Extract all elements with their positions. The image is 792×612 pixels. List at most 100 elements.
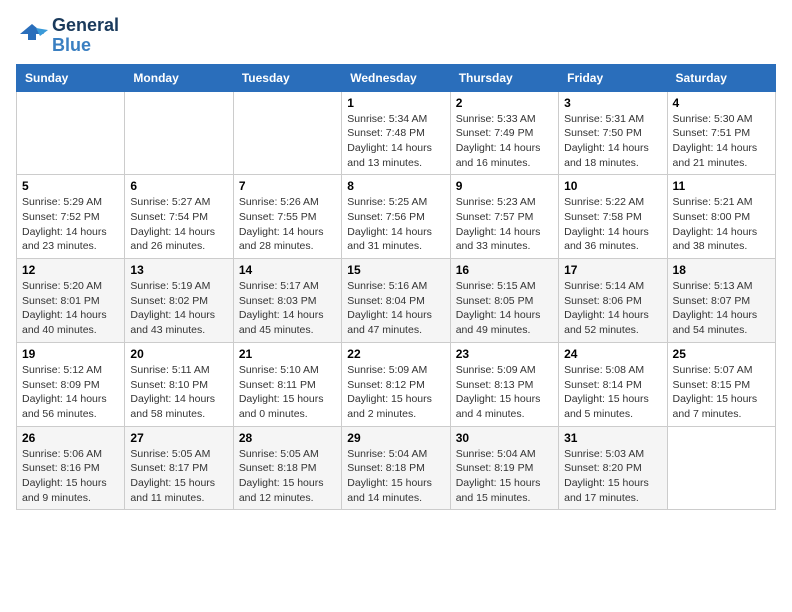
weekday-header-wednesday: Wednesday: [342, 64, 450, 91]
day-number: 21: [239, 347, 336, 361]
day-info: Sunrise: 5:15 AM Sunset: 8:05 PM Dayligh…: [456, 279, 553, 338]
day-number: 31: [564, 431, 661, 445]
day-number: 29: [347, 431, 444, 445]
calendar-cell: 23 Sunrise: 5:09 AM Sunset: 8:13 PM Dayli…: [450, 342, 558, 426]
calendar-cell: 27Sunrise: 5:05 AM Sunset: 8:17 PM Dayli…: [125, 426, 233, 510]
day-info: Sunrise: 5:17 AM Sunset: 8:03 PM Dayligh…: [239, 279, 336, 338]
calendar: SundayMondayTuesdayWednesdayThursdayFrid…: [16, 64, 776, 511]
weekday-header-saturday: Saturday: [667, 64, 775, 91]
calendar-cell: 22 Sunrise: 5:09 AM Sunset: 8:12 PM Dayli…: [342, 342, 450, 426]
day-number: 15: [347, 263, 444, 277]
day-number: 30: [456, 431, 553, 445]
day-number: 8: [347, 179, 444, 193]
day-number: 27: [130, 431, 227, 445]
day-info: Sunrise: 5:13 AM Sunset: 8:07 PM Dayligh…: [673, 279, 770, 338]
calendar-cell: 18 Sunrise: 5:13 AM Sunset: 8:07 PM Dayli…: [667, 259, 775, 343]
day-info: Sunrise: 5:27 AM Sunset: 7:54 PM Dayligh…: [130, 195, 227, 254]
calendar-cell: 24 Sunrise: 5:08 AM Sunset: 8:14 PM Dayli…: [559, 342, 667, 426]
weekday-header-tuesday: Tuesday: [233, 64, 341, 91]
day-number: 17: [564, 263, 661, 277]
day-number: 14: [239, 263, 336, 277]
calendar-cell: 7 Sunrise: 5:26 AM Sunset: 7:55 PM Daylig…: [233, 175, 341, 259]
calendar-cell: 4 Sunrise: 5:30 AM Sunset: 7:51 PM Daylig…: [667, 91, 775, 175]
week-row-1: 1 Sunrise: 5:34 AM Sunset: 7:48 PM Daylig…: [17, 91, 776, 175]
logo-text: General Blue: [52, 16, 119, 56]
day-info: Sunrise: 5:04 AM Sunset: 8:18 PM Dayligh…: [347, 447, 444, 506]
weekday-header-monday: Monday: [125, 64, 233, 91]
logo-icon: [16, 20, 48, 52]
calendar-cell: 31 Sunrise: 5:03 AM Sunset: 8:20 PM Dayli…: [559, 426, 667, 510]
day-info: Sunrise: 5:04 AM Sunset: 8:19 PM Dayligh…: [456, 447, 553, 506]
calendar-cell: 16 Sunrise: 5:15 AM Sunset: 8:05 PM Dayli…: [450, 259, 558, 343]
day-info: Sunrise: 5:07 AM Sunset: 8:15 PM Dayligh…: [673, 363, 770, 422]
header: General Blue: [16, 16, 776, 56]
day-info: Sunrise: 5:09 AM Sunset: 8:13 PM Dayligh…: [456, 363, 553, 422]
week-row-5: 26 Sunrise: 5:06 AM Sunset: 8:16 PM Dayli…: [17, 426, 776, 510]
day-info: Sunrise: 5:19 AM Sunset: 8:02 PM Dayligh…: [130, 279, 227, 338]
day-info: Sunrise: 5:21 AM Sunset: 8:00 PM Dayligh…: [673, 195, 770, 254]
day-info: Sunrise: 5:30 AM Sunset: 7:51 PM Dayligh…: [673, 112, 770, 171]
day-info: Sunrise: 5:31 AM Sunset: 7:50 PM Dayligh…: [564, 112, 661, 171]
weekday-header-friday: Friday: [559, 64, 667, 91]
calendar-cell: 28Sunrise: 5:05 AM Sunset: 8:18 PM Dayli…: [233, 426, 341, 510]
calendar-cell: 5 Sunrise: 5:29 AM Sunset: 7:52 PM Daylig…: [17, 175, 125, 259]
weekday-header-row: SundayMondayTuesdayWednesdayThursdayFrid…: [17, 64, 776, 91]
calendar-cell: 13 Sunrise: 5:19 AM Sunset: 8:02 PM Dayli…: [125, 259, 233, 343]
day-info: Sunrise: 5:34 AM Sunset: 7:48 PM Dayligh…: [347, 112, 444, 171]
calendar-cell: 11Sunrise: 5:21 AM Sunset: 8:00 PM Dayli…: [667, 175, 775, 259]
day-info: Sunrise: 5:33 AM Sunset: 7:49 PM Dayligh…: [456, 112, 553, 171]
calendar-cell: 15 Sunrise: 5:16 AM Sunset: 8:04 PM Dayli…: [342, 259, 450, 343]
day-number: 28: [239, 431, 336, 445]
calendar-cell: 26 Sunrise: 5:06 AM Sunset: 8:16 PM Dayli…: [17, 426, 125, 510]
day-number: 24: [564, 347, 661, 361]
day-number: 1: [347, 96, 444, 110]
week-row-4: 19Sunrise: 5:12 AM Sunset: 8:09 PM Dayli…: [17, 342, 776, 426]
day-info: Sunrise: 5:25 AM Sunset: 7:56 PM Dayligh…: [347, 195, 444, 254]
calendar-cell: 2 Sunrise: 5:33 AM Sunset: 7:49 PM Daylig…: [450, 91, 558, 175]
day-info: Sunrise: 5:06 AM Sunset: 8:16 PM Dayligh…: [22, 447, 119, 506]
day-number: 22: [347, 347, 444, 361]
weekday-header-sunday: Sunday: [17, 64, 125, 91]
day-number: 23: [456, 347, 553, 361]
calendar-cell: [125, 91, 233, 175]
calendar-cell: 9 Sunrise: 5:23 AM Sunset: 7:57 PM Daylig…: [450, 175, 558, 259]
day-info: Sunrise: 5:26 AM Sunset: 7:55 PM Dayligh…: [239, 195, 336, 254]
calendar-cell: [667, 426, 775, 510]
day-number: 5: [22, 179, 119, 193]
calendar-cell: 3Sunrise: 5:31 AM Sunset: 7:50 PM Daylig…: [559, 91, 667, 175]
day-number: 13: [130, 263, 227, 277]
day-info: Sunrise: 5:20 AM Sunset: 8:01 PM Dayligh…: [22, 279, 119, 338]
day-info: Sunrise: 5:08 AM Sunset: 8:14 PM Dayligh…: [564, 363, 661, 422]
day-info: Sunrise: 5:29 AM Sunset: 7:52 PM Dayligh…: [22, 195, 119, 254]
calendar-cell: [233, 91, 341, 175]
day-number: 2: [456, 96, 553, 110]
weekday-header-thursday: Thursday: [450, 64, 558, 91]
day-info: Sunrise: 5:14 AM Sunset: 8:06 PM Dayligh…: [564, 279, 661, 338]
day-info: Sunrise: 5:09 AM Sunset: 8:12 PM Dayligh…: [347, 363, 444, 422]
calendar-cell: 17 Sunrise: 5:14 AM Sunset: 8:06 PM Dayli…: [559, 259, 667, 343]
day-number: 16: [456, 263, 553, 277]
day-info: Sunrise: 5:11 AM Sunset: 8:10 PM Dayligh…: [130, 363, 227, 422]
logo: General Blue: [16, 16, 119, 56]
calendar-cell: 6 Sunrise: 5:27 AM Sunset: 7:54 PM Daylig…: [125, 175, 233, 259]
day-number: 25: [673, 347, 770, 361]
calendar-cell: 30 Sunrise: 5:04 AM Sunset: 8:19 PM Dayli…: [450, 426, 558, 510]
day-number: 7: [239, 179, 336, 193]
day-number: 4: [673, 96, 770, 110]
day-info: Sunrise: 5:03 AM Sunset: 8:20 PM Dayligh…: [564, 447, 661, 506]
day-number: 26: [22, 431, 119, 445]
week-row-2: 5 Sunrise: 5:29 AM Sunset: 7:52 PM Daylig…: [17, 175, 776, 259]
calendar-cell: 14 Sunrise: 5:17 AM Sunset: 8:03 PM Dayli…: [233, 259, 341, 343]
day-info: Sunrise: 5:16 AM Sunset: 8:04 PM Dayligh…: [347, 279, 444, 338]
day-number: 19: [22, 347, 119, 361]
day-info: Sunrise: 5:23 AM Sunset: 7:57 PM Dayligh…: [456, 195, 553, 254]
day-info: Sunrise: 5:10 AM Sunset: 8:11 PM Dayligh…: [239, 363, 336, 422]
calendar-cell: 1 Sunrise: 5:34 AM Sunset: 7:48 PM Daylig…: [342, 91, 450, 175]
day-number: 6: [130, 179, 227, 193]
calendar-cell: 10Sunrise: 5:22 AM Sunset: 7:58 PM Dayli…: [559, 175, 667, 259]
day-number: 18: [673, 263, 770, 277]
day-number: 9: [456, 179, 553, 193]
calendar-cell: [17, 91, 125, 175]
day-number: 20: [130, 347, 227, 361]
day-number: 10: [564, 179, 661, 193]
